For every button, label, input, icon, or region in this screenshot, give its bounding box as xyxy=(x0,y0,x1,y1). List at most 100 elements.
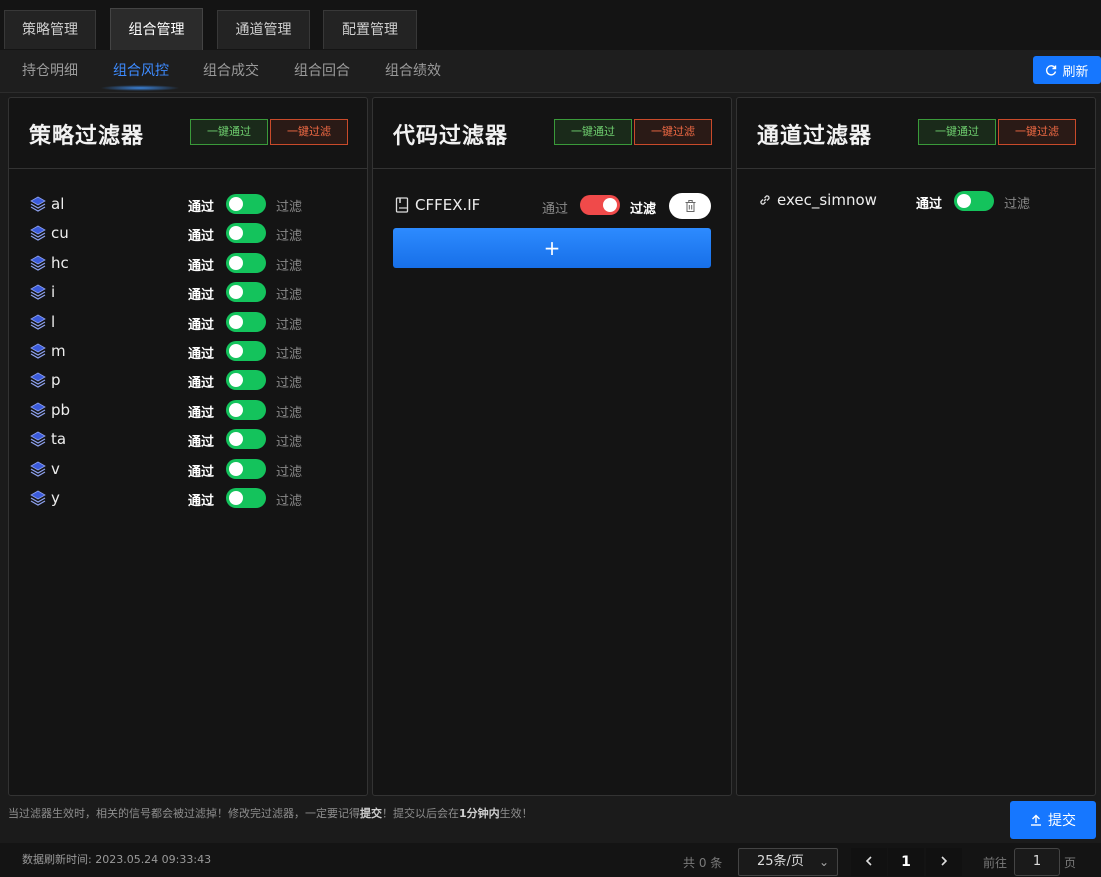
panel-title: 策略过滤器 xyxy=(29,124,145,149)
page-number[interactable]: 1 xyxy=(888,848,924,876)
chevron-right-icon xyxy=(941,856,948,866)
total-count: 共 0 条 xyxy=(683,856,723,870)
filter-label: 过滤 xyxy=(276,405,303,421)
pass-label: 通过 xyxy=(188,347,215,362)
prev-page-button[interactable] xyxy=(851,848,887,876)
pass-all-button[interactable]: 一键通过 xyxy=(554,119,632,145)
subtab-trades[interactable]: 组合成交 xyxy=(203,50,259,92)
strategy-name: cu xyxy=(51,224,69,243)
code-filter-panel: 代码过滤器 一键通过 一键过滤 CFFEX.IF 通过 过滤 + xyxy=(372,97,732,796)
subtab-performance[interactable]: 组合绩效 xyxy=(385,50,441,92)
pass-toggle[interactable] xyxy=(226,488,266,508)
tab-portfolio-management[interactable]: 组合管理 xyxy=(110,8,203,50)
layers-icon xyxy=(30,284,46,300)
chevron-left-icon xyxy=(865,856,872,866)
strategy-filter-row: al 通过 过滤 xyxy=(9,192,367,218)
book-icon xyxy=(395,197,409,213)
pass-label: 通过 xyxy=(188,405,215,421)
chevron-down-icon: ⌄ xyxy=(818,855,829,869)
strategy-name: i xyxy=(51,283,56,302)
strategy-name: v xyxy=(51,459,60,478)
filter-label: 过滤 xyxy=(276,435,303,451)
filter-label: 过滤 xyxy=(1004,197,1031,212)
pass-label: 通过 xyxy=(188,494,215,509)
strategy-filter-row: pb 通过 过滤 xyxy=(9,398,367,424)
filter-label: 过滤 xyxy=(276,317,303,333)
pass-toggle[interactable] xyxy=(226,252,266,273)
page-unit-label: 页 xyxy=(1064,856,1077,870)
tab-config-management[interactable]: 配置管理 xyxy=(323,10,417,49)
pass-all-button[interactable]: 一键通过 xyxy=(190,119,268,145)
layers-icon xyxy=(30,372,46,389)
filter-label: 过滤 xyxy=(630,202,657,217)
tab-strategy-management[interactable]: 策略管理 xyxy=(4,10,96,49)
strategy-filter-row: v 通过 过滤 xyxy=(9,457,367,483)
panel-header: 策略过滤器 一键通过 一键过滤 xyxy=(9,98,367,169)
pass-toggle[interactable] xyxy=(226,282,266,303)
pass-label: 通过 xyxy=(188,229,215,245)
layers-icon xyxy=(30,402,46,418)
layers-icon xyxy=(30,255,46,271)
refresh-icon xyxy=(1046,65,1057,76)
pass-toggle[interactable] xyxy=(226,458,266,479)
pass-toggle[interactable] xyxy=(226,194,266,214)
strategy-name: p xyxy=(51,371,61,390)
filter-all-button[interactable]: 一键过滤 xyxy=(998,119,1076,145)
panel-title: 代码过滤器 xyxy=(393,124,509,149)
tab-channel-management[interactable]: 通道管理 xyxy=(217,10,310,49)
filter-label: 过滤 xyxy=(276,464,303,480)
filter-label: 过滤 xyxy=(276,229,303,245)
goto-page-input[interactable]: 1 xyxy=(1014,848,1060,876)
pass-label: 通过 xyxy=(188,376,215,392)
filter-all-button[interactable]: 一键过滤 xyxy=(270,119,348,145)
filter-all-button[interactable]: 一键过滤 xyxy=(634,119,712,145)
pass-toggle[interactable] xyxy=(226,223,266,244)
strategy-filter-panel: 策略过滤器 一键通过 一键过滤 al 通过 过滤 cu 通过 过滤 hc 通过 过滤 i 通过 过滤 l… xyxy=(8,97,368,796)
refresh-time: 数据刷新时间: 2023.05.24 09:33:43 xyxy=(22,853,212,866)
strategy-filter-row: l 通过 过滤 xyxy=(9,310,367,336)
panel-title: 通道过滤器 xyxy=(757,124,873,149)
filter-toggle[interactable] xyxy=(580,195,620,215)
refresh-button[interactable]: 刷新 xyxy=(1033,56,1101,84)
strategy-filter-row: hc 通过 过滤 xyxy=(9,251,367,277)
strategy-name: hc xyxy=(51,253,69,272)
next-page-button[interactable] xyxy=(926,848,962,876)
pass-all-button[interactable]: 一键通过 xyxy=(918,119,996,145)
link-icon xyxy=(760,195,770,205)
layers-icon xyxy=(30,490,46,506)
strategy-name: ta xyxy=(51,430,67,449)
pass-toggle[interactable] xyxy=(954,191,994,211)
pass-toggle[interactable] xyxy=(226,311,266,332)
strategy-filter-row: ta 通过 过滤 xyxy=(9,427,367,453)
add-code-button[interactable]: + xyxy=(393,228,711,268)
subtab-round-trips[interactable]: 组合回合 xyxy=(294,50,350,92)
layers-icon xyxy=(30,314,46,330)
channel-name: exec_simnow xyxy=(777,191,877,209)
panel-header: 代码过滤器 一键通过 一键过滤 xyxy=(373,98,731,169)
goto-label: 前往 xyxy=(983,856,1008,870)
panel-header: 通道过滤器 一键通过 一键过滤 xyxy=(737,98,1095,169)
filter-label: 过滤 xyxy=(276,200,303,215)
page-size-value: 25条/页 xyxy=(757,854,804,869)
strategy-filter-row: y 通过 过滤 xyxy=(9,486,367,512)
filter-label: 过滤 xyxy=(276,288,303,304)
active-subtab-indicator xyxy=(100,85,180,91)
pass-toggle[interactable] xyxy=(226,399,266,420)
strategy-filter-row: cu 通过 过滤 xyxy=(9,221,367,247)
strategy-name: m xyxy=(51,342,66,360)
pass-toggle[interactable] xyxy=(226,370,266,391)
delete-button[interactable] xyxy=(669,193,711,219)
upload-icon xyxy=(1031,814,1041,826)
page-size-select[interactable]: 25条/页 ⌄ xyxy=(738,848,838,876)
subtab-position-detail[interactable]: 持仓明细 xyxy=(22,50,78,92)
pass-label: 通过 xyxy=(916,197,943,212)
pass-toggle[interactable] xyxy=(226,429,266,450)
top-tab-bar: 策略管理 组合管理 通道管理 配置管理 xyxy=(0,0,1101,51)
submit-button[interactable]: 提交 xyxy=(1010,801,1096,839)
layers-icon xyxy=(30,461,46,477)
pass-toggle[interactable] xyxy=(226,341,266,361)
layers-icon xyxy=(30,225,46,242)
channel-filter-row: exec_simnow 通过 过滤 xyxy=(737,188,1095,214)
code-name: CFFEX.IF xyxy=(415,196,481,214)
strategy-filter-row: m 通过 过滤 xyxy=(9,339,367,365)
